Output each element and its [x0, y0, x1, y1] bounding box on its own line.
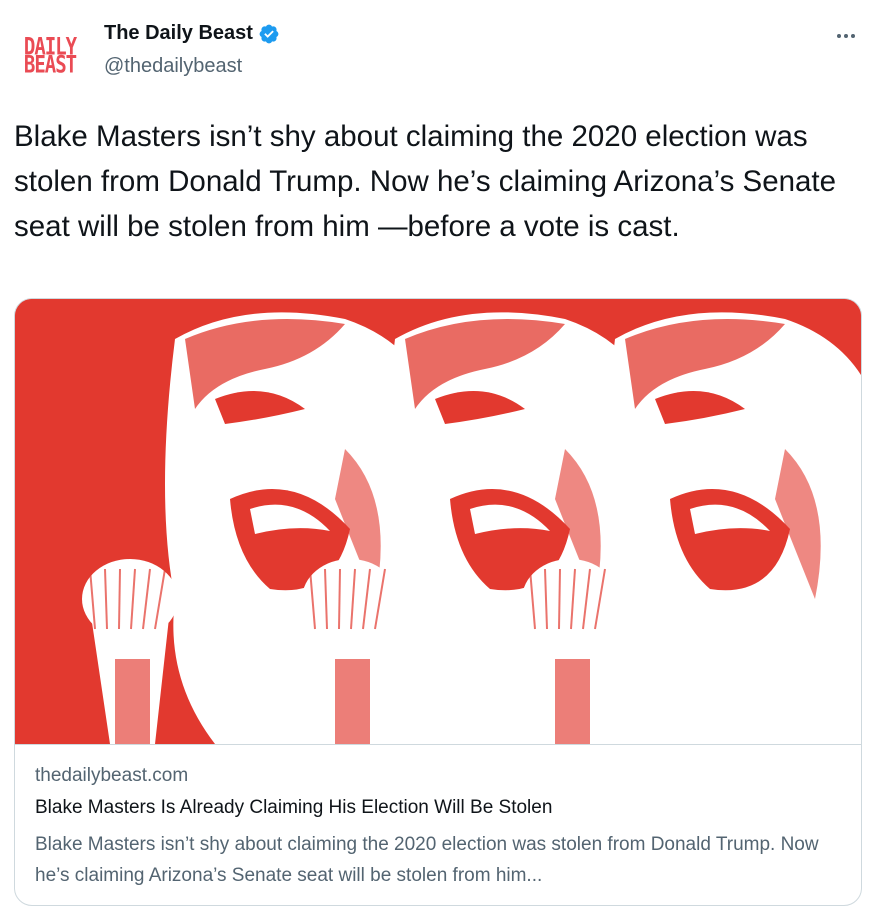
tweet-text: Blake Masters isn’t shy about claiming t…	[14, 120, 837, 243]
link-card[interactable]: thedailybeast.com Blake Masters Is Alrea…	[14, 298, 862, 906]
card-divider	[15, 744, 861, 745]
display-name[interactable]: The Daily Beast	[104, 22, 253, 45]
user-handle[interactable]: @thedailybeast	[104, 55, 242, 78]
card-title: Blake Masters Is Already Claiming His El…	[35, 797, 553, 818]
more-dot	[844, 34, 848, 38]
author-name-row: The Daily Beast	[104, 22, 280, 45]
more-options-icon[interactable]	[832, 26, 860, 46]
card-domain: thedailybeast.com	[35, 765, 189, 786]
avatar[interactable]: DAILY BEAST	[14, 20, 86, 92]
verified-badge-icon	[258, 23, 280, 45]
avatar-logo-line2: BEAST	[23, 51, 77, 79]
card-image	[15, 299, 861, 744]
card-image-illustration	[15, 299, 861, 744]
card-description: Blake Masters isn’t shy about claiming t…	[35, 834, 819, 886]
more-dot	[837, 34, 841, 38]
more-dot	[851, 34, 855, 38]
